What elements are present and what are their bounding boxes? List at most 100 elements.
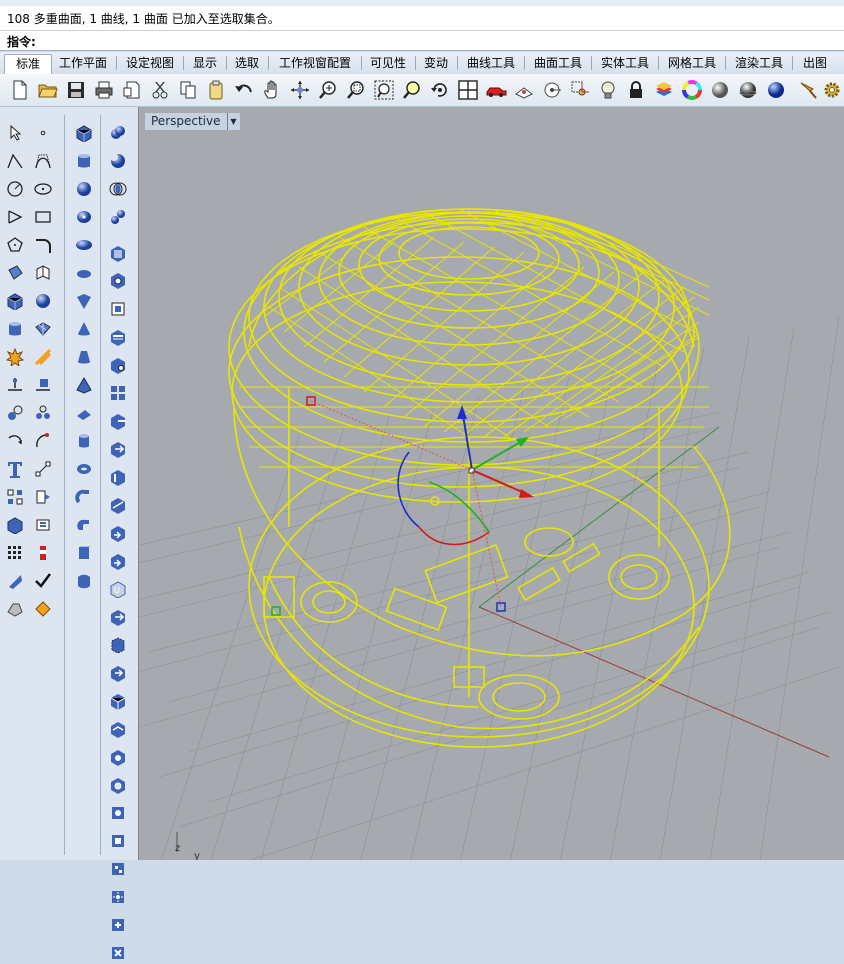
cut-icon[interactable] bbox=[148, 78, 172, 102]
tab-solid-tools[interactable]: 实体工具 bbox=[595, 54, 655, 73]
difference-icon[interactable] bbox=[107, 150, 129, 172]
sphere-tool-icon[interactable] bbox=[73, 178, 95, 200]
rotate-view-icon[interactable] bbox=[288, 78, 312, 102]
grid-snap-icon[interactable] bbox=[512, 78, 536, 102]
split-face-icon[interactable] bbox=[107, 522, 129, 544]
solid-edit-icon[interactable] bbox=[4, 514, 26, 536]
tab-set-view[interactable]: 设定视图 bbox=[120, 54, 180, 73]
tab-curve-tools[interactable]: 曲线工具 bbox=[461, 54, 521, 73]
move-edge-icon[interactable] bbox=[107, 466, 129, 488]
solid-round-hole-icon[interactable] bbox=[107, 802, 129, 824]
tube-tool-icon[interactable] bbox=[73, 430, 95, 452]
command-input[interactable] bbox=[44, 32, 834, 47]
four-viewports-icon[interactable] bbox=[456, 78, 480, 102]
box-solid-icon[interactable] bbox=[4, 290, 26, 312]
fillet-edge-icon[interactable] bbox=[107, 270, 129, 292]
grid-array-icon[interactable] bbox=[4, 542, 26, 564]
viewport-menu-chevron-down-icon[interactable]: ▼ bbox=[226, 113, 240, 130]
tab-surface-tools[interactable]: 曲面工具 bbox=[528, 54, 588, 73]
tab-display[interactable]: 显示 bbox=[187, 54, 223, 73]
zoom-in-icon[interactable] bbox=[316, 78, 340, 102]
blue-sphere-icon[interactable] bbox=[764, 78, 788, 102]
ungroup-icon[interactable] bbox=[32, 402, 54, 424]
solid-offset-icon[interactable] bbox=[107, 718, 129, 740]
dimension-icon[interactable] bbox=[32, 458, 54, 480]
split-solid-icon[interactable] bbox=[107, 206, 129, 228]
open-folder-icon[interactable] bbox=[36, 78, 60, 102]
solid-place-hole-icon[interactable] bbox=[107, 830, 129, 852]
solid-scale-icon[interactable] bbox=[107, 690, 129, 712]
tab-select[interactable]: 选取 bbox=[229, 54, 265, 73]
tab-viewport-layout[interactable]: 工作视窗配置 bbox=[272, 54, 358, 73]
wedge-tool-icon[interactable] bbox=[73, 402, 95, 424]
layer-stack-icon[interactable] bbox=[652, 78, 676, 102]
torus-tool-icon[interactable] bbox=[73, 458, 95, 480]
save-icon[interactable] bbox=[64, 78, 88, 102]
undo-icon[interactable] bbox=[232, 78, 256, 102]
solid-array-hole-icon[interactable] bbox=[107, 858, 129, 880]
solid-rotate-edges-icon[interactable] bbox=[107, 662, 129, 684]
extrude-curve-icon[interactable] bbox=[73, 514, 95, 536]
text-icon[interactable] bbox=[4, 458, 26, 480]
cap-hole-icon[interactable] bbox=[107, 298, 129, 320]
group-icon[interactable] bbox=[4, 402, 26, 424]
light-bulb-icon[interactable] bbox=[596, 78, 620, 102]
explode-solid-icon[interactable] bbox=[107, 382, 129, 404]
intersection-icon[interactable] bbox=[107, 178, 129, 200]
ellipsoid-tool-icon[interactable] bbox=[73, 206, 95, 228]
move-face-icon[interactable] bbox=[107, 410, 129, 432]
move-icon[interactable] bbox=[32, 430, 54, 452]
rotate-icon[interactable] bbox=[4, 430, 26, 452]
solid-move-edges-icon[interactable] bbox=[107, 606, 129, 628]
join-icon[interactable] bbox=[32, 346, 54, 368]
circle-icon[interactable] bbox=[4, 178, 26, 200]
shell-solid-icon[interactable] bbox=[107, 326, 129, 348]
select-arrow-icon[interactable] bbox=[4, 122, 26, 144]
explode-icon[interactable] bbox=[4, 346, 26, 368]
color-wheel-icon[interactable] bbox=[680, 78, 704, 102]
sphere-solid-icon[interactable] bbox=[32, 290, 54, 312]
cone-shape-icon[interactable] bbox=[73, 290, 95, 312]
fillet-curve-icon[interactable] bbox=[32, 234, 54, 256]
slab-tool-icon[interactable] bbox=[73, 542, 95, 564]
paraboloid-tool-icon[interactable] bbox=[73, 234, 95, 256]
print-icon[interactable] bbox=[92, 78, 116, 102]
extract-surface-icon[interactable] bbox=[107, 242, 129, 264]
shaded-sphere-icon[interactable] bbox=[708, 78, 732, 102]
boolean-icon[interactable] bbox=[32, 486, 54, 508]
ellipsoid-flat-icon[interactable] bbox=[73, 262, 95, 284]
extrude-face-icon[interactable] bbox=[107, 438, 129, 460]
brush-icon[interactable] bbox=[796, 78, 820, 102]
rotate-camera-icon[interactable] bbox=[428, 78, 452, 102]
block-icon[interactable] bbox=[32, 514, 54, 536]
solid-hole-icon[interactable] bbox=[107, 774, 129, 796]
cylinder-tool-icon[interactable] bbox=[73, 150, 95, 172]
solid-rotate-hole-icon[interactable] bbox=[107, 886, 129, 908]
wire-cut-icon[interactable] bbox=[107, 494, 129, 516]
check-icon[interactable] bbox=[32, 570, 54, 592]
tab-standard[interactable]: 标准 bbox=[4, 54, 52, 74]
pipe-tool-icon[interactable] bbox=[73, 486, 95, 508]
mesh-icon[interactable] bbox=[32, 318, 54, 340]
tab-visibility[interactable]: 可见性 bbox=[364, 54, 412, 73]
gear-icon[interactable] bbox=[820, 78, 844, 102]
material-icon[interactable] bbox=[32, 598, 54, 620]
boolean-two-objects-icon[interactable]: U bbox=[107, 578, 129, 600]
box-tool-icon[interactable] bbox=[73, 122, 95, 144]
extrude-surface-icon[interactable] bbox=[32, 262, 54, 284]
circle-target-icon[interactable] bbox=[540, 78, 564, 102]
perspective-viewport[interactable]: z y Perspective ▼ bbox=[138, 107, 844, 860]
solid-delete-hole-icon[interactable] bbox=[107, 942, 129, 964]
render-mesh-icon[interactable] bbox=[4, 598, 26, 620]
paste-icon[interactable] bbox=[204, 78, 228, 102]
polyline-icon[interactable] bbox=[4, 150, 26, 172]
cylinder-icon[interactable] bbox=[4, 318, 26, 340]
merge-face-icon[interactable] bbox=[107, 550, 129, 572]
car-icon[interactable] bbox=[484, 78, 508, 102]
command-line[interactable]: 指令: bbox=[0, 31, 844, 51]
curve-cv-icon[interactable] bbox=[32, 150, 54, 172]
viewport-title-bar[interactable]: Perspective ▼ bbox=[145, 113, 240, 130]
zoom-extents-icon[interactable] bbox=[372, 78, 396, 102]
solid-points-icon[interactable] bbox=[107, 354, 129, 376]
copy-icon[interactable] bbox=[176, 78, 200, 102]
